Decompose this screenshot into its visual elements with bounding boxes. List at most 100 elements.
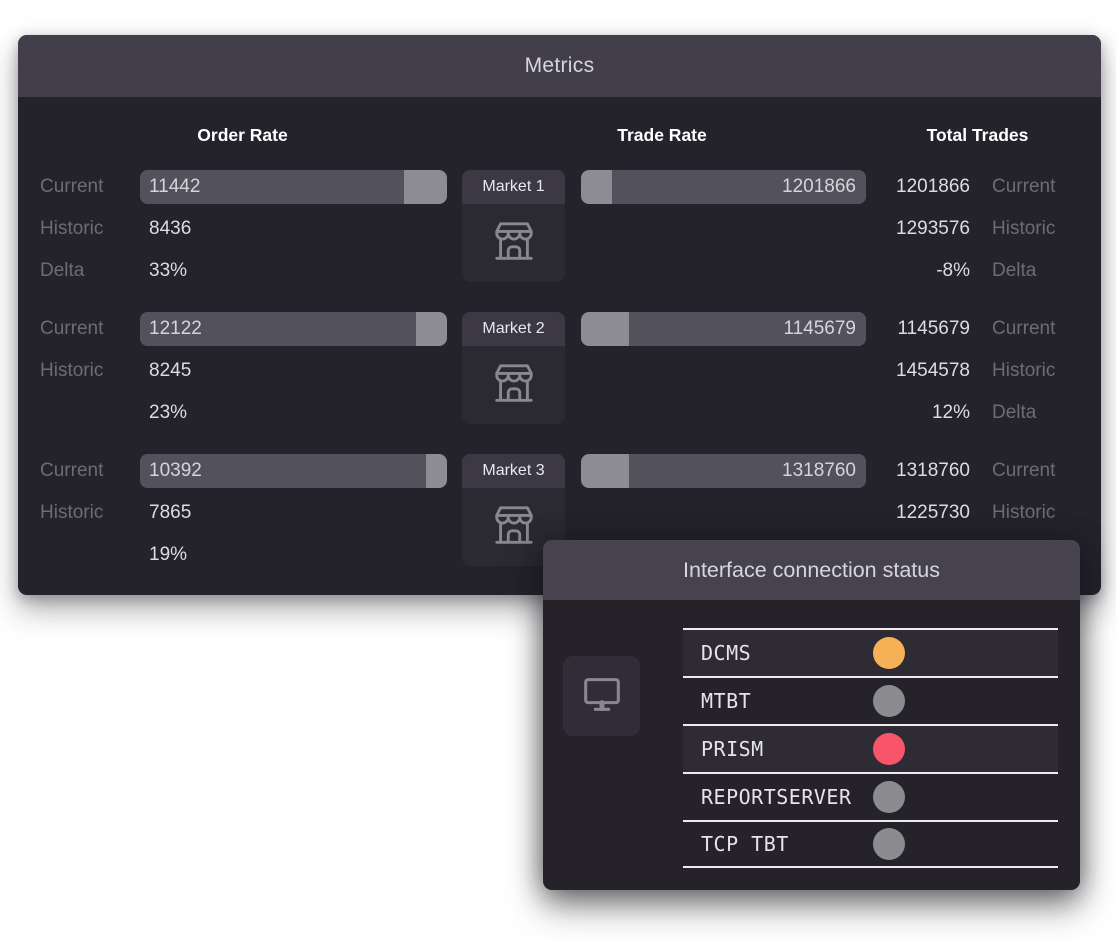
market-row-2: Current Historic 12122 8245 23% Market 2 — [18, 312, 1101, 454]
interfaces-icon-box — [563, 656, 640, 736]
trade-current-value: 1318760 — [782, 454, 856, 488]
status-row-tcp-tbt[interactable]: TCP TBT — [683, 820, 1058, 868]
interface-name: TCP TBT — [701, 832, 873, 856]
label-historic: Historic — [992, 496, 1082, 530]
market-card-label: Market 1 — [462, 170, 565, 204]
status-panel-title: Interface connection status — [683, 558, 940, 583]
label-delta: Delta — [992, 254, 1082, 288]
column-headers: Order Rate Trade Rate Total Trades — [18, 125, 1075, 146]
label-current: Current — [40, 170, 140, 204]
label-historic: Historic — [40, 354, 140, 388]
metrics-panel: Metrics Order Rate Trade Rate Total Trad… — [18, 35, 1101, 595]
total-delta-value: 12% — [882, 396, 970, 430]
page: Metrics Order Rate Trade Rate Total Trad… — [0, 0, 1116, 940]
trade-current-value: 1201866 — [782, 170, 856, 204]
status-row-prism[interactable]: PRISM — [683, 724, 1058, 772]
market-card-body — [462, 346, 565, 424]
order-labels: Current Historic — [40, 454, 140, 530]
interface-connection-status-panel: Interface connection status DCMS — [543, 540, 1080, 890]
total-trades-labels: Current Historic Delta — [992, 312, 1082, 430]
status-row-reportserver[interactable]: REPORTSERVER — [683, 772, 1058, 820]
metric-rows: Current Historic Delta 11442 8436 33% Ma… — [18, 170, 1101, 596]
status-dot — [873, 637, 905, 669]
trade-rate-column: 1145679 — [581, 312, 866, 346]
total-trades-values: 1318760 1225730 — [882, 454, 970, 530]
order-labels: Current Historic Delta — [40, 170, 140, 288]
total-trades-values: 1145679 1454578 12% — [882, 312, 970, 430]
monitor-icon — [579, 671, 625, 722]
column-header-order-rate: Order Rate — [40, 125, 445, 146]
interface-name: MTBT — [701, 689, 873, 713]
order-delta-value: 23% — [140, 396, 447, 430]
trade-current-value: 1145679 — [783, 312, 856, 346]
order-rate-column: 12122 8245 23% — [140, 312, 447, 430]
order-rate-bar: 11442 — [140, 170, 447, 204]
status-panel-header: Interface connection status — [543, 540, 1080, 600]
label-historic: Historic — [992, 354, 1082, 388]
market-card-label: Market 2 — [462, 312, 565, 346]
status-row-mtbt[interactable]: MTBT — [683, 676, 1058, 724]
total-delta-value: -8% — [882, 254, 970, 288]
status-row-dcms[interactable]: DCMS — [683, 628, 1058, 676]
label-historic: Historic — [40, 496, 140, 530]
metrics-panel-body: Order Rate Trade Rate Total Trades Curre… — [18, 97, 1101, 595]
trade-rate-bar: 1318760 — [581, 454, 866, 488]
label-historic: Historic — [992, 212, 1082, 246]
total-trades-labels: Current Historic Delta — [992, 170, 1082, 288]
status-dot — [873, 733, 905, 765]
market-row-1: Current Historic Delta 11442 8436 33% Ma… — [18, 170, 1101, 312]
interface-name: DCMS — [701, 641, 873, 665]
order-historic-value: 7865 — [140, 496, 447, 530]
order-current-value: 10392 — [149, 454, 202, 488]
total-trades-labels: Current Historic — [992, 454, 1082, 530]
column-header-trade-rate: Trade Rate — [460, 125, 864, 146]
order-delta-value: 19% — [140, 538, 447, 572]
trade-rate-column: 1318760 — [581, 454, 866, 488]
order-labels: Current Historic — [40, 312, 140, 388]
order-current-value: 11442 — [149, 170, 200, 204]
order-delta-value: 33% — [140, 254, 447, 288]
total-current-value: 1318760 — [882, 454, 970, 488]
label-current: Current — [40, 454, 140, 488]
trade-rate-bar: 1145679 — [581, 312, 866, 346]
total-trades-values: 1201866 1293576 -8% — [882, 170, 970, 288]
metrics-panel-title: Metrics — [525, 54, 595, 78]
market-card-2[interactable]: Market 2 — [462, 312, 565, 424]
trade-rate-bar: 1201866 — [581, 170, 866, 204]
label-current: Current — [992, 312, 1082, 346]
total-historic-value: 1454578 — [882, 354, 970, 388]
interface-name: PRISM — [701, 737, 873, 761]
market-card-label: Market 3 — [462, 454, 565, 488]
trade-rate-column: 1201866 — [581, 170, 866, 204]
total-historic-value: 1293576 — [882, 212, 970, 246]
label-current: Current — [992, 454, 1082, 488]
market-card-1[interactable]: Market 1 — [462, 170, 565, 282]
total-historic-value: 1225730 — [882, 496, 970, 530]
order-historic-value: 8436 — [140, 212, 447, 246]
label-delta: Delta — [40, 254, 140, 288]
order-current-value: 12122 — [149, 312, 202, 346]
market-card-body — [462, 204, 565, 282]
order-rate-column: 10392 7865 19% — [140, 454, 447, 572]
label-historic: Historic — [40, 212, 140, 246]
order-rate-column: 11442 8436 33% — [140, 170, 447, 288]
label-delta: Delta — [992, 396, 1082, 430]
order-rate-bar: 10392 — [140, 454, 447, 488]
store-icon — [491, 360, 537, 411]
total-current-value: 1201866 — [882, 170, 970, 204]
order-historic-value: 8245 — [140, 354, 447, 388]
column-header-total-trades: Total Trades — [880, 125, 1075, 146]
store-icon — [491, 502, 537, 553]
order-rate-bar: 12122 — [140, 312, 447, 346]
status-dot — [873, 828, 905, 860]
status-dot — [873, 685, 905, 717]
interface-status-list: DCMS MTBT PRISM REPORTSERVER TCP TBT — [683, 628, 1058, 868]
interface-name: REPORTSERVER — [701, 785, 873, 809]
label-current: Current — [992, 170, 1082, 204]
store-icon — [491, 218, 537, 269]
total-current-value: 1145679 — [882, 312, 970, 346]
status-panel-body: DCMS MTBT PRISM REPORTSERVER TCP TBT — [543, 628, 1080, 868]
metrics-panel-header: Metrics — [18, 35, 1101, 97]
label-current: Current — [40, 312, 140, 346]
status-dot — [873, 781, 905, 813]
